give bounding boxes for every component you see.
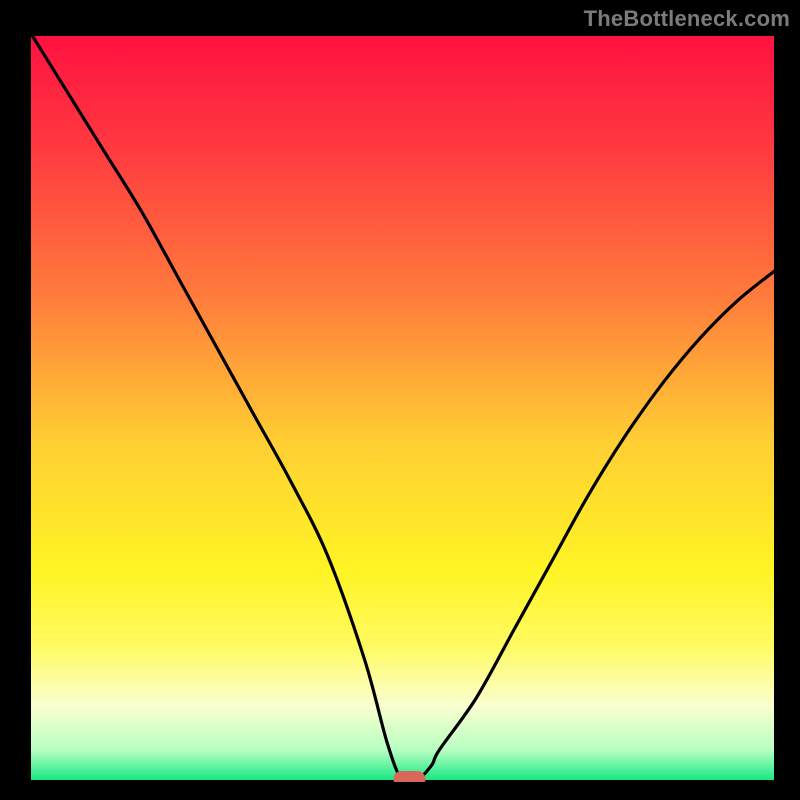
plot-background (30, 32, 774, 780)
bottleneck-chart (16, 28, 784, 790)
chart-frame: TheBottleneck.com (0, 0, 800, 800)
